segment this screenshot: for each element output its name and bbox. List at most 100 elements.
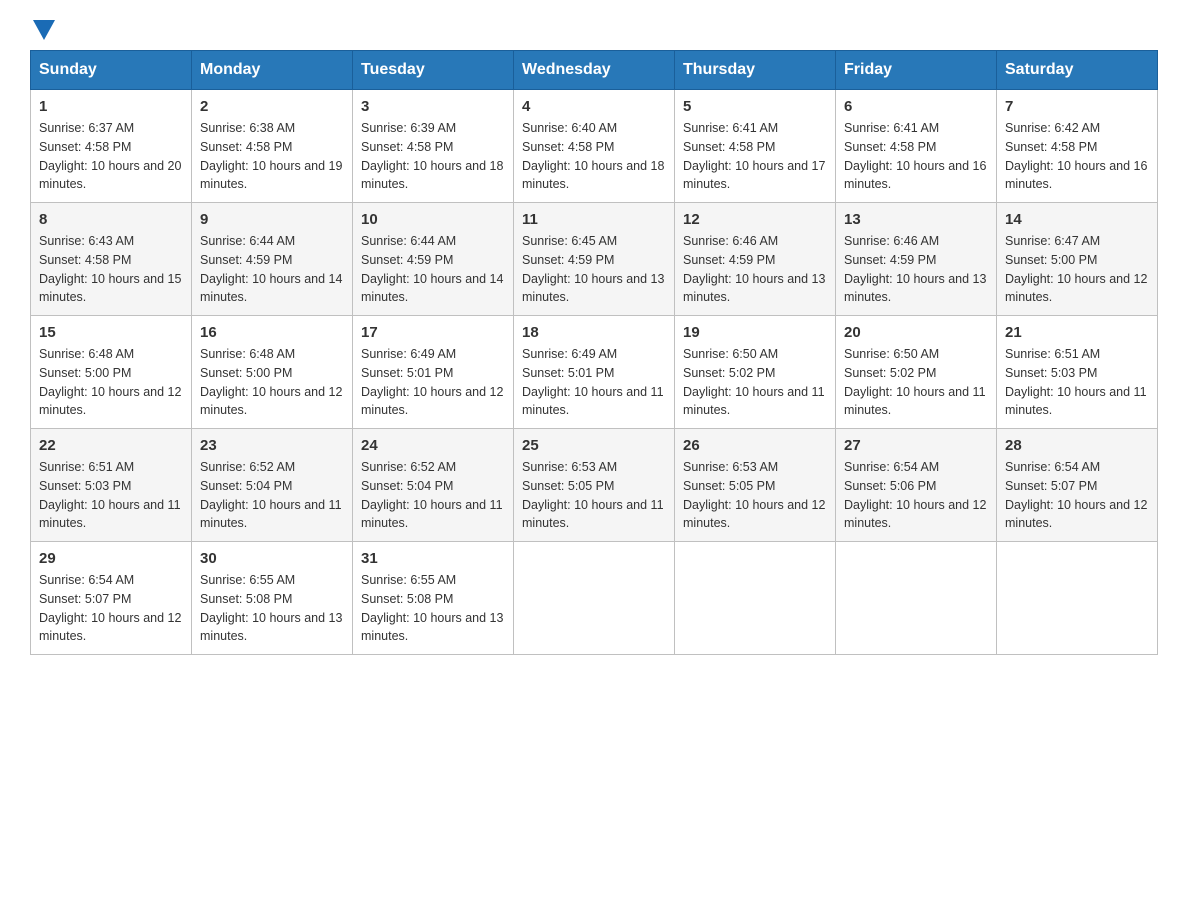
day-info: Sunrise: 6:53 AM Sunset: 5:05 PM Dayligh… bbox=[522, 458, 666, 533]
calendar-cell: 29 Sunrise: 6:54 AM Sunset: 5:07 PM Dayl… bbox=[31, 542, 192, 655]
day-number: 30 bbox=[200, 550, 344, 567]
day-number: 24 bbox=[361, 437, 505, 454]
day-number: 3 bbox=[361, 98, 505, 115]
day-info: Sunrise: 6:40 AM Sunset: 4:58 PM Dayligh… bbox=[522, 119, 666, 194]
calendar-cell: 27 Sunrise: 6:54 AM Sunset: 5:06 PM Dayl… bbox=[836, 429, 997, 542]
weekday-header-saturday: Saturday bbox=[997, 51, 1158, 90]
day-info: Sunrise: 6:54 AM Sunset: 5:06 PM Dayligh… bbox=[844, 458, 988, 533]
weekday-header-row: SundayMondayTuesdayWednesdayThursdayFrid… bbox=[31, 51, 1158, 90]
logo-triangle-icon bbox=[33, 20, 55, 40]
day-info: Sunrise: 6:55 AM Sunset: 5:08 PM Dayligh… bbox=[200, 571, 344, 646]
weekday-header-friday: Friday bbox=[836, 51, 997, 90]
calendar-week-row: 15 Sunrise: 6:48 AM Sunset: 5:00 PM Dayl… bbox=[31, 316, 1158, 429]
day-info: Sunrise: 6:52 AM Sunset: 5:04 PM Dayligh… bbox=[361, 458, 505, 533]
day-number: 6 bbox=[844, 98, 988, 115]
calendar-cell: 1 Sunrise: 6:37 AM Sunset: 4:58 PM Dayli… bbox=[31, 90, 192, 203]
calendar-cell: 14 Sunrise: 6:47 AM Sunset: 5:00 PM Dayl… bbox=[997, 203, 1158, 316]
day-number: 27 bbox=[844, 437, 988, 454]
day-info: Sunrise: 6:49 AM Sunset: 5:01 PM Dayligh… bbox=[361, 345, 505, 420]
day-info: Sunrise: 6:44 AM Sunset: 4:59 PM Dayligh… bbox=[200, 232, 344, 307]
calendar-week-row: 1 Sunrise: 6:37 AM Sunset: 4:58 PM Dayli… bbox=[31, 90, 1158, 203]
calendar-cell: 18 Sunrise: 6:49 AM Sunset: 5:01 PM Dayl… bbox=[514, 316, 675, 429]
calendar-cell: 12 Sunrise: 6:46 AM Sunset: 4:59 PM Dayl… bbox=[675, 203, 836, 316]
day-info: Sunrise: 6:46 AM Sunset: 4:59 PM Dayligh… bbox=[844, 232, 988, 307]
day-info: Sunrise: 6:44 AM Sunset: 4:59 PM Dayligh… bbox=[361, 232, 505, 307]
day-info: Sunrise: 6:55 AM Sunset: 5:08 PM Dayligh… bbox=[361, 571, 505, 646]
calendar-cell: 4 Sunrise: 6:40 AM Sunset: 4:58 PM Dayli… bbox=[514, 90, 675, 203]
day-info: Sunrise: 6:41 AM Sunset: 4:58 PM Dayligh… bbox=[683, 119, 827, 194]
calendar-cell: 7 Sunrise: 6:42 AM Sunset: 4:58 PM Dayli… bbox=[997, 90, 1158, 203]
calendar-cell: 2 Sunrise: 6:38 AM Sunset: 4:58 PM Dayli… bbox=[192, 90, 353, 203]
day-info: Sunrise: 6:54 AM Sunset: 5:07 PM Dayligh… bbox=[39, 571, 183, 646]
day-number: 25 bbox=[522, 437, 666, 454]
day-info: Sunrise: 6:39 AM Sunset: 4:58 PM Dayligh… bbox=[361, 119, 505, 194]
calendar-cell: 26 Sunrise: 6:53 AM Sunset: 5:05 PM Dayl… bbox=[675, 429, 836, 542]
logo bbox=[30, 20, 55, 40]
day-number: 8 bbox=[39, 211, 183, 228]
day-number: 9 bbox=[200, 211, 344, 228]
day-number: 13 bbox=[844, 211, 988, 228]
day-number: 5 bbox=[683, 98, 827, 115]
calendar-week-row: 29 Sunrise: 6:54 AM Sunset: 5:07 PM Dayl… bbox=[31, 542, 1158, 655]
calendar-cell: 5 Sunrise: 6:41 AM Sunset: 4:58 PM Dayli… bbox=[675, 90, 836, 203]
day-number: 20 bbox=[844, 324, 988, 341]
calendar-table: SundayMondayTuesdayWednesdayThursdayFrid… bbox=[30, 50, 1158, 655]
day-number: 7 bbox=[1005, 98, 1149, 115]
day-number: 14 bbox=[1005, 211, 1149, 228]
day-number: 19 bbox=[683, 324, 827, 341]
calendar-cell: 15 Sunrise: 6:48 AM Sunset: 5:00 PM Dayl… bbox=[31, 316, 192, 429]
day-number: 29 bbox=[39, 550, 183, 567]
day-info: Sunrise: 6:47 AM Sunset: 5:00 PM Dayligh… bbox=[1005, 232, 1149, 307]
day-info: Sunrise: 6:42 AM Sunset: 4:58 PM Dayligh… bbox=[1005, 119, 1149, 194]
calendar-cell: 9 Sunrise: 6:44 AM Sunset: 4:59 PM Dayli… bbox=[192, 203, 353, 316]
calendar-cell: 19 Sunrise: 6:50 AM Sunset: 5:02 PM Dayl… bbox=[675, 316, 836, 429]
page-header bbox=[30, 20, 1158, 40]
day-info: Sunrise: 6:51 AM Sunset: 5:03 PM Dayligh… bbox=[1005, 345, 1149, 420]
day-info: Sunrise: 6:37 AM Sunset: 4:58 PM Dayligh… bbox=[39, 119, 183, 194]
calendar-cell: 28 Sunrise: 6:54 AM Sunset: 5:07 PM Dayl… bbox=[997, 429, 1158, 542]
day-number: 17 bbox=[361, 324, 505, 341]
calendar-cell: 6 Sunrise: 6:41 AM Sunset: 4:58 PM Dayli… bbox=[836, 90, 997, 203]
day-info: Sunrise: 6:41 AM Sunset: 4:58 PM Dayligh… bbox=[844, 119, 988, 194]
day-info: Sunrise: 6:51 AM Sunset: 5:03 PM Dayligh… bbox=[39, 458, 183, 533]
day-number: 21 bbox=[1005, 324, 1149, 341]
calendar-week-row: 8 Sunrise: 6:43 AM Sunset: 4:58 PM Dayli… bbox=[31, 203, 1158, 316]
day-info: Sunrise: 6:38 AM Sunset: 4:58 PM Dayligh… bbox=[200, 119, 344, 194]
day-number: 12 bbox=[683, 211, 827, 228]
day-number: 22 bbox=[39, 437, 183, 454]
day-info: Sunrise: 6:46 AM Sunset: 4:59 PM Dayligh… bbox=[683, 232, 827, 307]
day-info: Sunrise: 6:53 AM Sunset: 5:05 PM Dayligh… bbox=[683, 458, 827, 533]
day-info: Sunrise: 6:48 AM Sunset: 5:00 PM Dayligh… bbox=[200, 345, 344, 420]
calendar-cell: 31 Sunrise: 6:55 AM Sunset: 5:08 PM Dayl… bbox=[353, 542, 514, 655]
calendar-cell: 23 Sunrise: 6:52 AM Sunset: 5:04 PM Dayl… bbox=[192, 429, 353, 542]
weekday-header-thursday: Thursday bbox=[675, 51, 836, 90]
calendar-cell: 17 Sunrise: 6:49 AM Sunset: 5:01 PM Dayl… bbox=[353, 316, 514, 429]
day-number: 2 bbox=[200, 98, 344, 115]
calendar-cell: 24 Sunrise: 6:52 AM Sunset: 5:04 PM Dayl… bbox=[353, 429, 514, 542]
weekday-header-sunday: Sunday bbox=[31, 51, 192, 90]
day-info: Sunrise: 6:49 AM Sunset: 5:01 PM Dayligh… bbox=[522, 345, 666, 420]
day-number: 15 bbox=[39, 324, 183, 341]
calendar-cell: 8 Sunrise: 6:43 AM Sunset: 4:58 PM Dayli… bbox=[31, 203, 192, 316]
day-info: Sunrise: 6:50 AM Sunset: 5:02 PM Dayligh… bbox=[683, 345, 827, 420]
calendar-cell: 21 Sunrise: 6:51 AM Sunset: 5:03 PM Dayl… bbox=[997, 316, 1158, 429]
calendar-cell: 10 Sunrise: 6:44 AM Sunset: 4:59 PM Dayl… bbox=[353, 203, 514, 316]
day-number: 16 bbox=[200, 324, 344, 341]
calendar-cell bbox=[675, 542, 836, 655]
weekday-header-wednesday: Wednesday bbox=[514, 51, 675, 90]
calendar-cell: 30 Sunrise: 6:55 AM Sunset: 5:08 PM Dayl… bbox=[192, 542, 353, 655]
day-info: Sunrise: 6:52 AM Sunset: 5:04 PM Dayligh… bbox=[200, 458, 344, 533]
weekday-header-tuesday: Tuesday bbox=[353, 51, 514, 90]
day-info: Sunrise: 6:50 AM Sunset: 5:02 PM Dayligh… bbox=[844, 345, 988, 420]
calendar-cell bbox=[514, 542, 675, 655]
day-number: 4 bbox=[522, 98, 666, 115]
day-number: 18 bbox=[522, 324, 666, 341]
day-info: Sunrise: 6:54 AM Sunset: 5:07 PM Dayligh… bbox=[1005, 458, 1149, 533]
day-number: 28 bbox=[1005, 437, 1149, 454]
calendar-cell: 22 Sunrise: 6:51 AM Sunset: 5:03 PM Dayl… bbox=[31, 429, 192, 542]
day-number: 11 bbox=[522, 211, 666, 228]
calendar-cell: 3 Sunrise: 6:39 AM Sunset: 4:58 PM Dayli… bbox=[353, 90, 514, 203]
calendar-cell: 13 Sunrise: 6:46 AM Sunset: 4:59 PM Dayl… bbox=[836, 203, 997, 316]
calendar-cell bbox=[836, 542, 997, 655]
calendar-cell: 16 Sunrise: 6:48 AM Sunset: 5:00 PM Dayl… bbox=[192, 316, 353, 429]
